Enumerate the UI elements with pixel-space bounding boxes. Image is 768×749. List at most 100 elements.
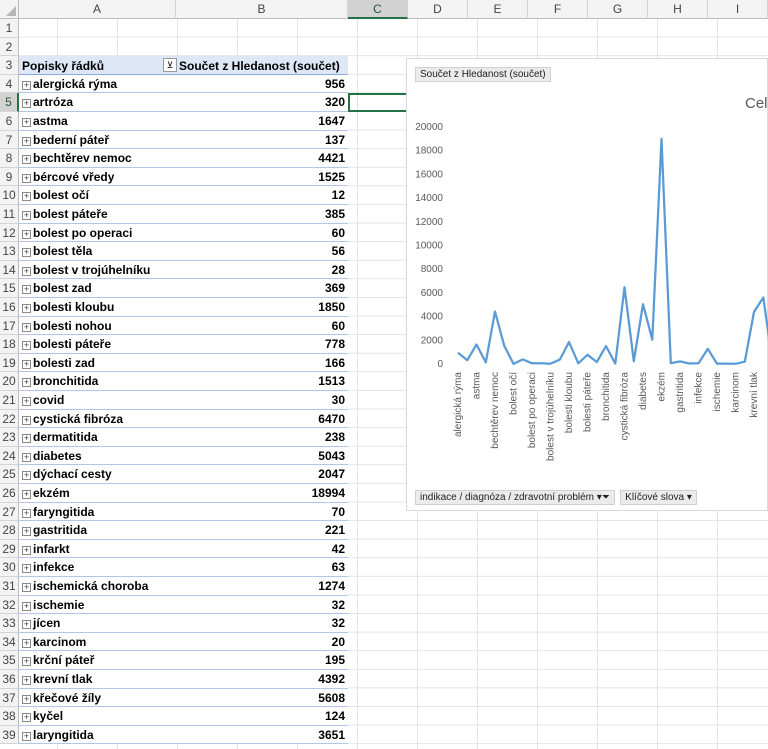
expand-plus-icon[interactable]: + xyxy=(22,731,31,741)
column-header-i[interactable]: I xyxy=(708,0,768,19)
expand-plus-icon[interactable]: + xyxy=(22,211,31,220)
expand-plus-icon[interactable]: + xyxy=(22,601,31,611)
row-header-37[interactable]: 37 xyxy=(0,688,19,708)
pivot-row[interactable]: + bolesti nohou 60 xyxy=(19,316,348,336)
row-header-11[interactable]: 11 xyxy=(0,205,19,224)
expand-plus-icon[interactable]: + xyxy=(22,285,31,295)
row-header-31[interactable]: 31 xyxy=(0,577,19,596)
pivot-row[interactable]: + bolesti páteře 778 xyxy=(19,335,348,354)
expand-plus-icon[interactable]: + xyxy=(22,136,31,146)
expand-plus-icon[interactable]: + xyxy=(22,99,31,109)
row-header-12[interactable]: 12 xyxy=(0,223,19,243)
chart-keyword-field-button[interactable]: Klíčové slova ▾ xyxy=(620,490,697,505)
pivot-row[interactable]: + bércové vředy 1525 xyxy=(19,167,348,187)
filter-dropdown-icon[interactable]: ⊻ xyxy=(163,58,177,72)
pivot-row[interactable]: + bolest v trojúhelníku 28 xyxy=(19,260,348,280)
row-header-27[interactable]: 27 xyxy=(0,502,19,522)
expand-plus-icon[interactable]: + xyxy=(22,638,31,648)
pivot-row[interactable]: + krční páteř 195 xyxy=(19,651,348,670)
row-header-35[interactable]: 35 xyxy=(0,651,19,670)
column-header-a[interactable]: A xyxy=(19,0,176,19)
column-header-e[interactable]: E xyxy=(468,0,528,19)
expand-plus-icon[interactable]: + xyxy=(22,527,31,537)
expand-plus-icon[interactable]: + xyxy=(22,118,31,127)
expand-plus-icon[interactable]: + xyxy=(22,490,31,499)
expand-plus-icon[interactable]: + xyxy=(22,452,31,462)
pivot-row[interactable]: + gastritida 221 xyxy=(19,521,348,540)
column-header-f[interactable]: F xyxy=(528,0,588,19)
pivot-row[interactable]: + karcinom 20 xyxy=(19,632,348,652)
row-header-36[interactable]: 36 xyxy=(0,670,19,689)
row-header-22[interactable]: 22 xyxy=(0,409,19,429)
expand-plus-icon[interactable]: + xyxy=(22,266,31,276)
row-header-13[interactable]: 13 xyxy=(0,242,19,261)
pivot-row[interactable]: + ekzém 18994 xyxy=(19,484,348,503)
row-header-23[interactable]: 23 xyxy=(0,428,19,447)
column-header-b[interactable]: B xyxy=(176,0,348,19)
row-header-10[interactable]: 10 xyxy=(0,186,19,205)
row-header-21[interactable]: 21 xyxy=(0,391,19,410)
expand-plus-icon[interactable]: + xyxy=(22,471,31,481)
pivot-row[interactable]: + ischemie 32 xyxy=(19,595,348,615)
pivot-row[interactable]: + dermatitida 238 xyxy=(19,428,348,447)
row-header-7[interactable]: 7 xyxy=(0,130,19,150)
row-header-9[interactable]: 9 xyxy=(0,167,19,187)
expand-plus-icon[interactable]: + xyxy=(22,155,31,165)
expand-plus-icon[interactable]: + xyxy=(22,359,31,369)
expand-plus-icon[interactable]: + xyxy=(22,397,31,406)
expand-plus-icon[interactable]: + xyxy=(22,229,31,239)
row-header-5[interactable]: 5 xyxy=(0,93,19,112)
expand-plus-icon[interactable]: + xyxy=(22,304,31,313)
pivot-row[interactable]: + infarkt 42 xyxy=(19,539,348,559)
pivot-row[interactable]: + diabetes 5043 xyxy=(19,446,348,466)
pivot-row[interactable]: + dýchací cesty 2047 xyxy=(19,465,348,484)
row-header-1[interactable]: 1 xyxy=(0,19,19,38)
column-header-g[interactable]: G xyxy=(588,0,648,19)
row-header-14[interactable]: 14 xyxy=(0,260,19,280)
row-header-16[interactable]: 16 xyxy=(0,298,19,317)
row-header-25[interactable]: 25 xyxy=(0,465,19,484)
row-header-30[interactable]: 30 xyxy=(0,558,19,577)
expand-plus-icon[interactable]: + xyxy=(22,415,31,425)
pivot-row[interactable]: + křečové žíly 5608 xyxy=(19,688,348,708)
expand-plus-icon[interactable]: + xyxy=(22,434,31,444)
pivot-row[interactable]: + astma 1647 xyxy=(19,112,348,131)
active-cell-c5[interactable] xyxy=(348,93,408,112)
column-header-c[interactable]: C xyxy=(348,0,408,19)
pivot-row[interactable]: + bolesti zad 166 xyxy=(19,353,348,373)
row-header-19[interactable]: 19 xyxy=(0,353,19,373)
pivot-row[interactable]: + bronchitida 1513 xyxy=(19,372,348,391)
row-header-8[interactable]: 8 xyxy=(0,149,19,168)
pivot-row[interactable]: + bolest páteře 385 xyxy=(19,205,348,224)
expand-plus-icon[interactable]: + xyxy=(22,508,31,518)
row-header-2[interactable]: 2 xyxy=(0,37,19,57)
expand-plus-icon[interactable]: + xyxy=(22,378,31,388)
pivot-row[interactable]: + cystická fibróza 6470 xyxy=(19,409,348,429)
row-header-34[interactable]: 34 xyxy=(0,632,19,652)
row-header-15[interactable]: 15 xyxy=(0,279,19,298)
row-header-24[interactable]: 24 xyxy=(0,446,19,466)
chart-axis-field-button[interactable]: indikace / diagnóza / zdravotní problém … xyxy=(415,490,615,505)
row-header-26[interactable]: 26 xyxy=(0,484,19,503)
pivot-row[interactable]: + artróza 320 xyxy=(19,93,348,112)
expand-plus-icon[interactable]: + xyxy=(22,192,31,202)
row-header-3[interactable]: 3 xyxy=(0,56,19,75)
expand-plus-icon[interactable]: + xyxy=(22,713,31,723)
row-header-32[interactable]: 32 xyxy=(0,595,19,615)
expand-plus-icon[interactable]: + xyxy=(22,657,31,667)
pivot-row[interactable]: + infekce 63 xyxy=(19,558,348,577)
pivot-row[interactable]: + bolest zad 369 xyxy=(19,279,348,298)
pivot-row[interactable]: + ischemická choroba 1274 xyxy=(19,577,348,596)
row-header-18[interactable]: 18 xyxy=(0,335,19,354)
expand-plus-icon[interactable]: + xyxy=(22,583,31,592)
select-all-corner[interactable] xyxy=(0,0,19,19)
expand-plus-icon[interactable]: + xyxy=(22,694,31,704)
expand-plus-icon[interactable]: + xyxy=(22,80,31,90)
row-header-20[interactable]: 20 xyxy=(0,372,19,391)
pivot-row[interactable]: + bolest očí 12 xyxy=(19,186,348,205)
column-header-h[interactable]: H xyxy=(648,0,708,19)
row-header-4[interactable]: 4 xyxy=(0,74,19,94)
row-header-38[interactable]: 38 xyxy=(0,707,19,726)
pivot-chart[interactable]: Součet z Hledanost (součet) Cel 0 2000 400… xyxy=(406,58,768,511)
expand-plus-icon[interactable]: + xyxy=(22,248,31,258)
